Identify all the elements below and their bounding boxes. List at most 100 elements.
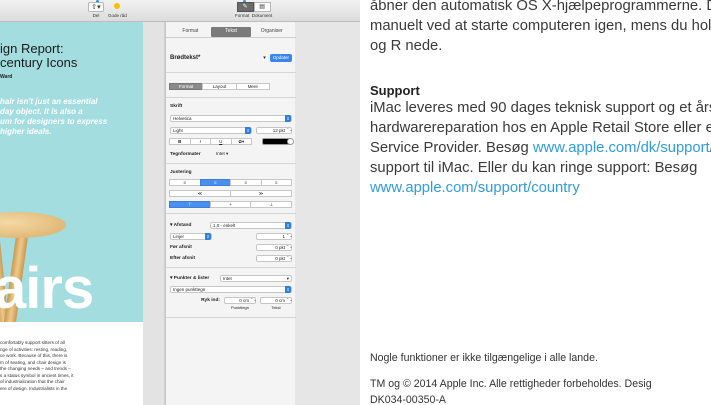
pages-window: ⇧▾ Del Gode råd ✎ ▤ Format Dokument ign …	[0, 0, 360, 405]
line-spacing-mode-select[interactable]: Linjer ⇕	[170, 233, 212, 240]
increase-indent-icon[interactable]: ≫	[230, 190, 292, 197]
chevron-down-icon[interactable]: ▾	[263, 55, 266, 61]
bullet-style-select[interactable]: Ingen punkttegn ⇕	[170, 286, 292, 293]
share-button[interactable]: ⇧▾ Del	[88, 2, 104, 20]
align-bottom-icon[interactable]: ⊥	[250, 201, 293, 208]
align-center-icon[interactable]: ≡	[199, 179, 231, 186]
align-left-icon[interactable]: ≡	[169, 179, 201, 186]
body-line: support til iMac. Eller du kan ringe sup…	[370, 160, 698, 176]
color-wheel-icon[interactable]	[287, 138, 294, 145]
stepper-arrows-icon: ⌃⌄	[286, 297, 293, 302]
text-indent-caption: Tekst	[271, 305, 281, 310]
manual-page: åbner den automatisk OS X-hjælpeprogramm…	[360, 0, 711, 405]
char-format-select[interactable]: Intet ▾	[214, 151, 254, 158]
chevron-updown-icon: ⇕	[205, 233, 211, 240]
document-quote: hair isn't just an essential day object.…	[0, 97, 108, 136]
tab-text[interactable]: Tekst	[210, 27, 252, 37]
tab-format[interactable]: Format	[170, 27, 211, 37]
divider	[166, 37, 296, 38]
paragraph-style-select[interactable]: Brødtekst*	[170, 55, 200, 61]
document-author: Ward	[0, 74, 13, 80]
document-icon[interactable]: ▤	[253, 2, 271, 12]
toolbar: ⇧▾ Del Gode råd ✎ ▤ Format Dokument	[0, 0, 360, 22]
chevron-down-icon: ▾	[226, 151, 229, 156]
after-paragraph-stepper[interactable]: 0 pkt ⌃⌄	[256, 255, 293, 262]
document-hero: ign Report: century Icons Ward hair isn'…	[0, 22, 143, 322]
bullets-type-select[interactable]: Intet ▾	[220, 275, 292, 282]
text-subtabs: Format Layout Mere	[169, 83, 270, 90]
text-indent-stepper[interactable]: 0 cm ⌃⌄	[260, 297, 293, 304]
decrease-indent-icon[interactable]: ≪	[169, 190, 231, 197]
share-icon: ⇧▾	[88, 2, 104, 12]
copyright-note: TM og © 2014 Apple Inc. Alle rettigheder…	[370, 378, 652, 390]
paintbrush-icon[interactable]: ✎	[236, 2, 254, 12]
chevron-down-icon: ▾	[286, 276, 289, 281]
divider	[166, 72, 296, 73]
divider	[166, 163, 296, 164]
bold-button[interactable]: B	[169, 138, 191, 145]
divider	[166, 267, 296, 268]
font-name-select[interactable]: Helvetica ⇕	[170, 115, 292, 122]
subtab-layout[interactable]: Layout	[202, 83, 237, 90]
document-page[interactable]: ign Report: century Icons Ward hair isn'…	[0, 22, 143, 405]
underline-button[interactable]: U	[210, 138, 232, 145]
body-line: hardwarereparation hos en Apple Retail S…	[370, 120, 711, 136]
stepper-arrows-icon: ⌃⌄	[286, 255, 293, 260]
bullet-indent-caption: Punkttegn	[230, 305, 249, 310]
font-size-stepper[interactable]: 12 pkt ⌃⌄	[256, 127, 293, 134]
stepper-arrows-icon: ⌃⌄	[286, 127, 293, 132]
document-body-text: comfortably support sitters of all nge o…	[0, 340, 74, 391]
chevron-updown-icon: ⇕	[285, 286, 291, 293]
document-code: DK034-00350-A	[370, 394, 446, 405]
divider	[166, 317, 296, 318]
support-imac-link[interactable]: www.apple.com/dk/support/imac	[533, 140, 711, 156]
body-line: iMac leveres med 90 dages teknisk suppor…	[370, 100, 711, 116]
after-paragraph-label: Efter afsnit	[170, 256, 196, 261]
inspector-tabs: Format Tekst Organiser	[170, 27, 292, 37]
spacing-disclosure[interactable]: ▾ Afstand	[170, 223, 210, 228]
subtab-more[interactable]: Mere	[235, 83, 270, 90]
chevron-updown-icon: ⇕	[285, 115, 291, 122]
alignment-section-label: Justering	[170, 170, 192, 175]
before-paragraph-label: Før afsnit	[170, 245, 192, 250]
subtab-format[interactable]: Format	[169, 83, 204, 90]
chevron-updown-icon: ⇕	[245, 127, 251, 134]
lines-stepper[interactable]: 1 ⌃⌄	[256, 233, 293, 240]
update-style-button[interactable]: Opdater	[269, 54, 292, 62]
stepper-arrows-icon: ⌃⌄	[286, 233, 293, 238]
align-right-icon[interactable]: ≡	[230, 179, 262, 186]
text-style-buttons: B I U ✿▾	[169, 138, 252, 145]
align-justify-icon[interactable]: ≡	[260, 179, 292, 186]
inspector-panel: Format Tekst Organiser Brødtekst* ▾ Opda…	[165, 22, 296, 405]
divider	[166, 213, 296, 214]
align-top-icon[interactable]: ⊤	[169, 201, 211, 208]
font-section-label: Skrift	[170, 104, 183, 109]
support-heading: Support	[370, 83, 420, 98]
more-text-options-icon[interactable]: ✿▾	[230, 138, 252, 145]
chair-seat-image	[0, 212, 66, 238]
body-line: åbner den automatisk OS X-hjælpeprogramm…	[370, 0, 711, 14]
stepper-arrows-icon: ⌃⌄	[286, 244, 293, 249]
divider	[166, 97, 296, 98]
body-line: manuelt ved at starte computeren igen, m…	[370, 18, 711, 34]
lightbulb-icon	[109, 2, 125, 12]
spacing-select[interactable]: 1,0 - enkelt ⇕	[210, 222, 292, 229]
body-line: Service Provider. Besøg www.apple.com/dk…	[370, 138, 711, 158]
support-country-link[interactable]: www.apple.com/support/country	[370, 178, 580, 198]
alignment-buttons: ≡ ≡ ≡ ≡	[169, 179, 292, 186]
font-weight-select[interactable]: Light ⇕	[170, 127, 252, 134]
bullets-disclosure[interactable]: ▾ Punkter & lister	[170, 276, 220, 281]
align-middle-icon[interactable]: +	[209, 201, 252, 208]
chevron-updown-icon: ⇕	[285, 222, 291, 229]
document-title: ign Report: century Icons	[0, 41, 78, 70]
tips-button[interactable]: Gode råd	[108, 2, 127, 20]
tab-arrange[interactable]: Organiser	[251, 27, 292, 37]
bullet-indent-stepper[interactable]: 0 cm ⌃⌄	[224, 297, 257, 304]
canvas-background	[143, 22, 165, 405]
italic-button[interactable]: I	[189, 138, 211, 145]
text-color-well[interactable]	[262, 138, 294, 145]
before-paragraph-stepper[interactable]: 0 pkt ⌃⌄	[256, 244, 293, 251]
document-big-word: airs	[0, 256, 94, 321]
char-format-label: Tegnformater	[170, 152, 201, 157]
format-document-toggle[interactable]: ✎ ▤ Format Dokument	[235, 2, 272, 20]
